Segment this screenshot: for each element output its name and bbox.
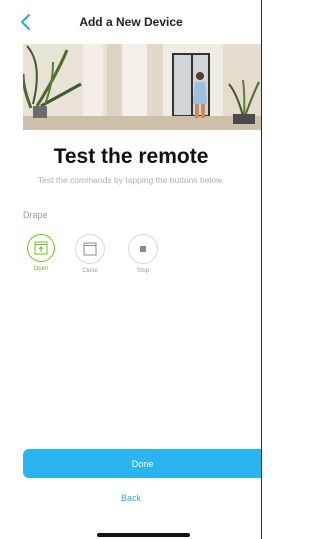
section-label-drape: Drape — [23, 210, 48, 220]
hero-image — [23, 44, 262, 130]
open-label: Open — [33, 266, 49, 272]
subtitle: Test the commands by tapping the buttons… — [37, 175, 225, 185]
stop-icon — [128, 234, 158, 264]
curtain-open-icon — [27, 234, 55, 262]
stop-button[interactable]: Stop — [123, 234, 163, 274]
close-button[interactable]: Close — [70, 234, 110, 274]
nav-bar: Add a New Device — [0, 0, 262, 44]
headline: Test the remote — [53, 145, 209, 168]
right-edge-divider — [261, 0, 262, 539]
curtain-close-icon — [75, 234, 105, 264]
open-button[interactable]: Open — [21, 234, 61, 272]
back-link[interactable]: Back — [0, 493, 262, 503]
page-title: Add a New Device — [79, 15, 183, 29]
screen: Add a New Device Test the remote Test th… — [0, 0, 262, 539]
home-indicator — [97, 533, 190, 537]
done-button[interactable]: Done — [23, 449, 262, 478]
close-label: Close — [82, 268, 98, 274]
stop-label: Stop — [136, 268, 150, 274]
